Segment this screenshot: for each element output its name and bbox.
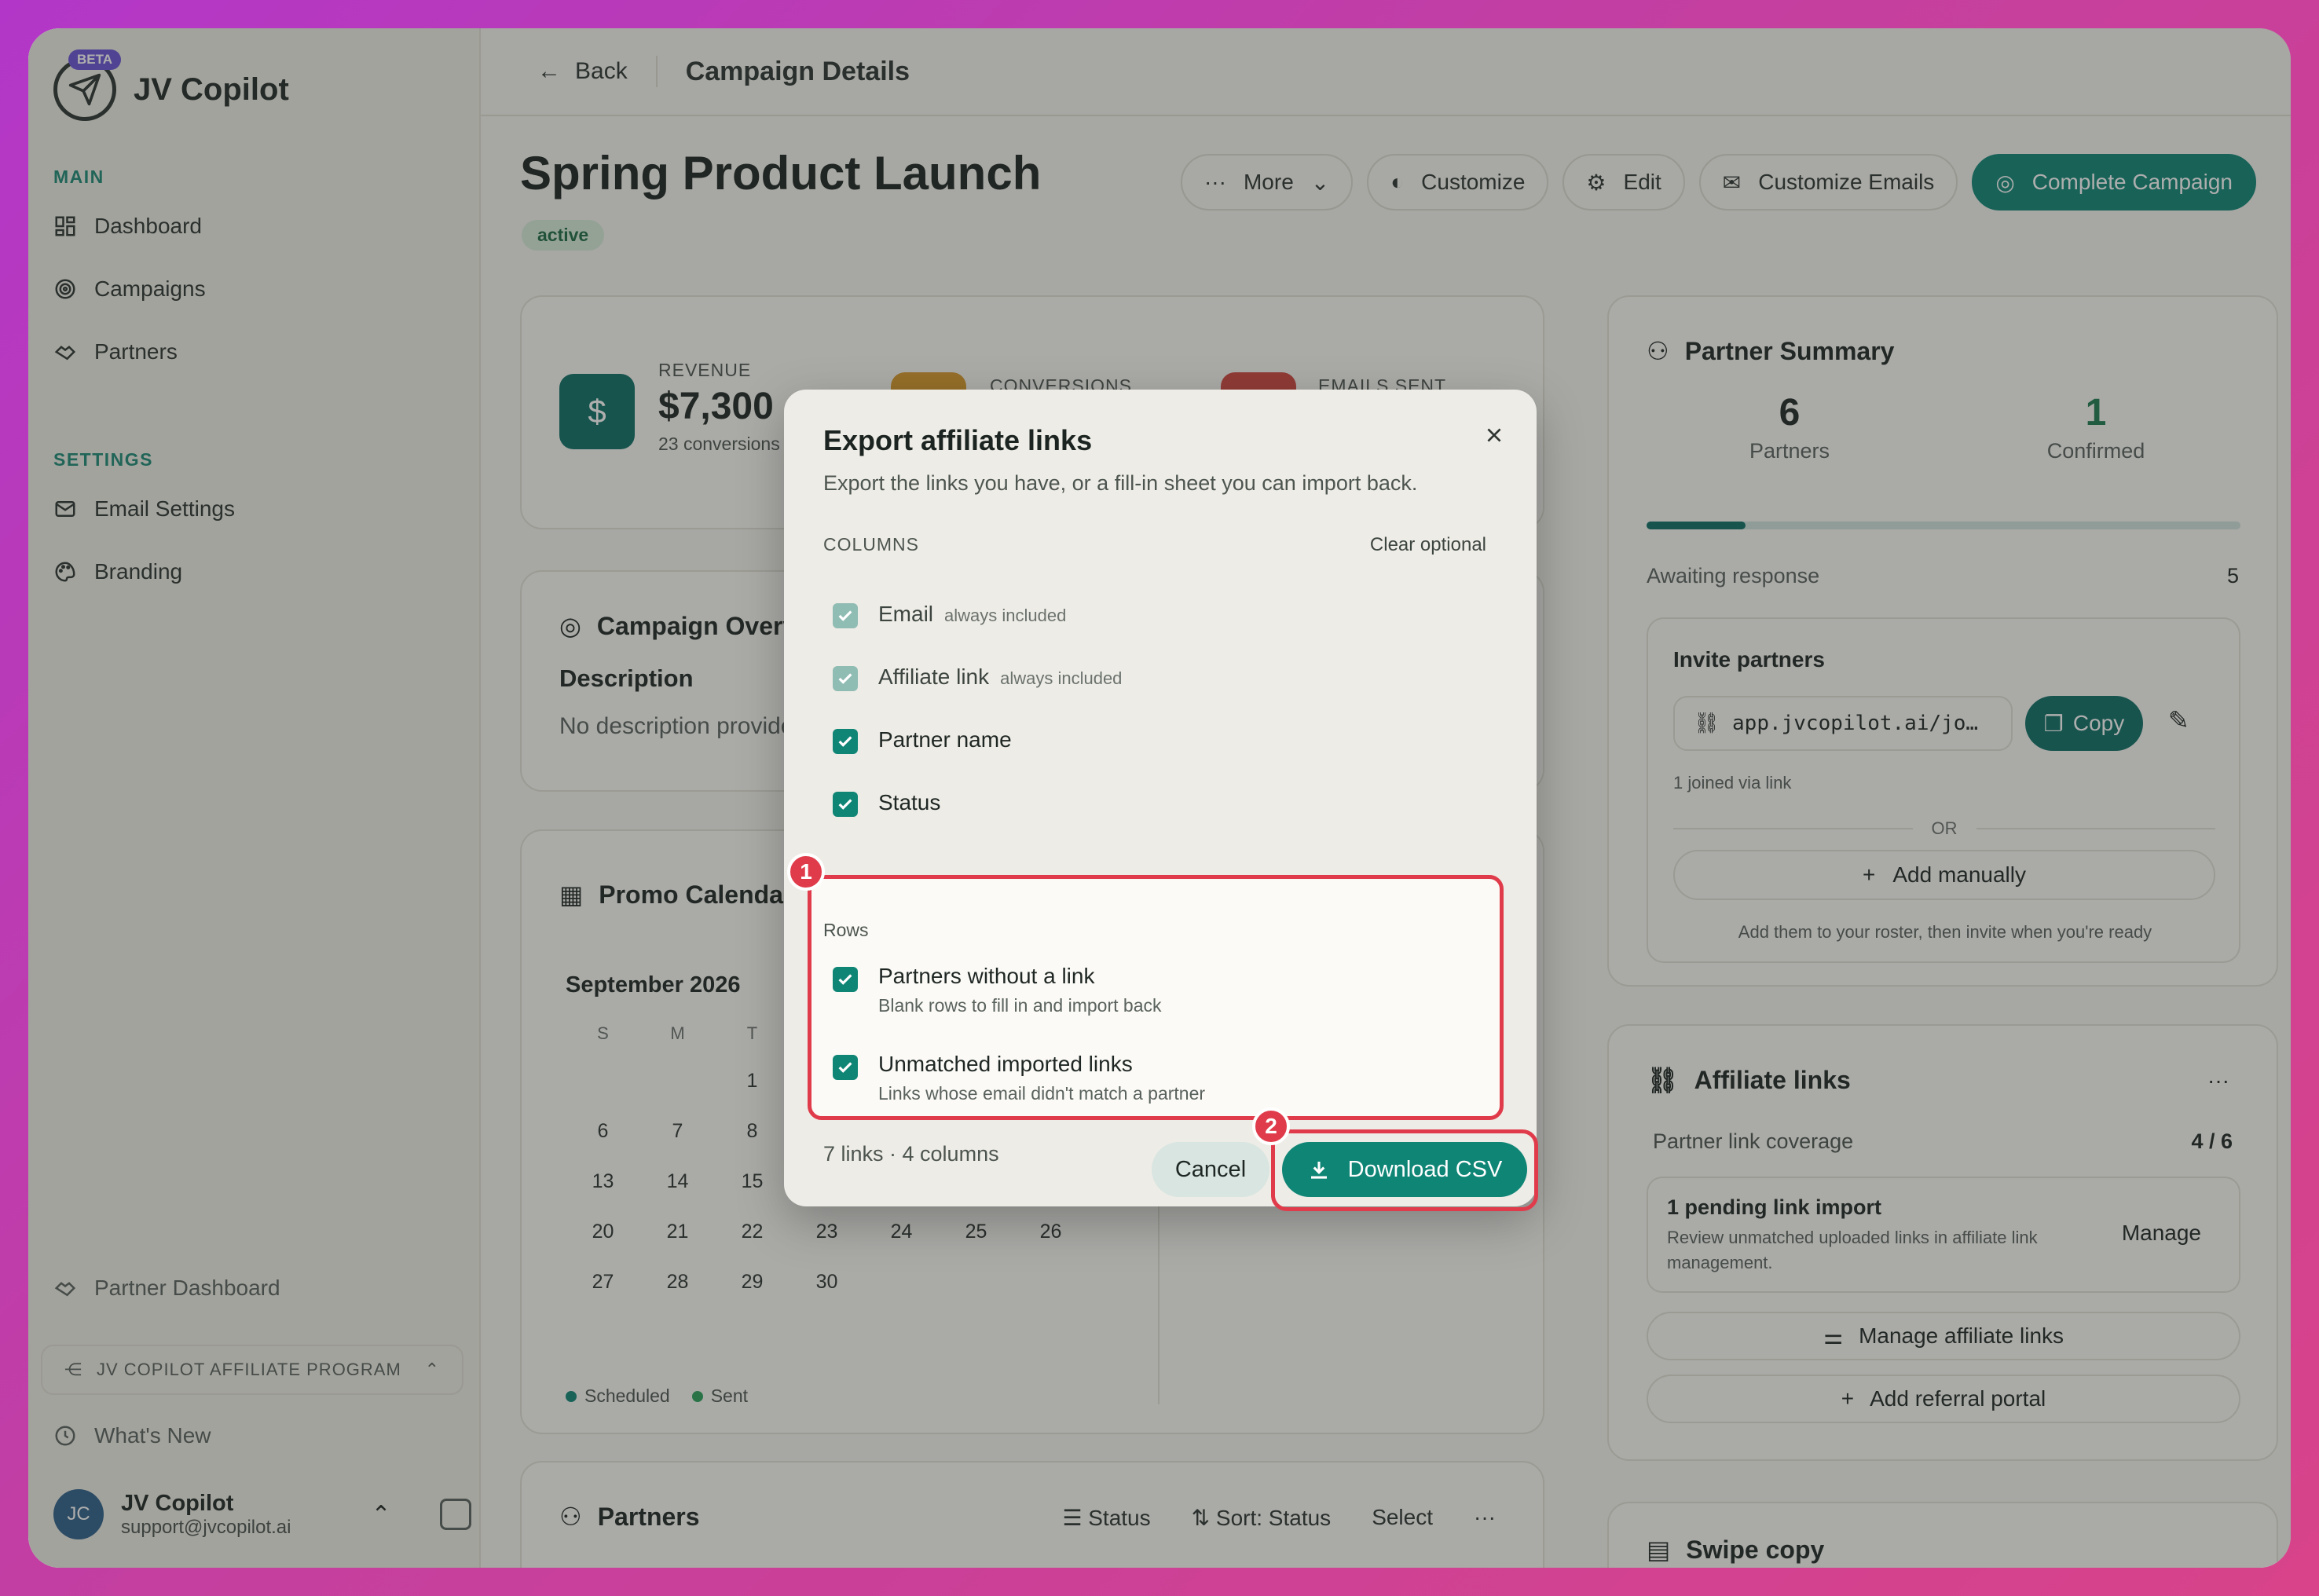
modal-subtitle: Export the links you have, or a fill-in …: [823, 471, 1418, 495]
step-2-marker: 2: [1252, 1107, 1290, 1145]
rows-label: Rows: [823, 920, 869, 940]
rows-highlight: Rows Partners without a link Blank rows …: [808, 875, 1504, 1120]
modal-title: Export affiliate links: [823, 424, 1093, 456]
partner-name-option[interactable]: Partner name: [878, 727, 1012, 752]
unmatched-links-label[interactable]: Unmatched imported links: [878, 1052, 1133, 1077]
download-csv-button[interactable]: Download CSV: [1282, 1142, 1527, 1197]
unmatched-links-checkbox[interactable]: [833, 1055, 858, 1080]
close-icon[interactable]: [1475, 416, 1513, 454]
columns-label: COLUMNS: [823, 534, 920, 555]
status-option[interactable]: Status: [878, 790, 940, 815]
partners-without-link-checkbox[interactable]: [833, 967, 858, 992]
app-window: BETA JV Copilot MAIN Dashboard Campaigns…: [28, 28, 2291, 1568]
cancel-button[interactable]: Cancel: [1152, 1142, 1269, 1197]
partner-name-checkbox[interactable]: [833, 729, 858, 754]
export-summary: 7 links · 4 columns: [823, 1142, 999, 1166]
export-modal: Export affiliate links Export the links …: [784, 390, 1538, 1211]
partners-without-link-desc: Blank rows to fill in and import back: [878, 995, 1162, 1016]
email-option: Email always included: [878, 602, 1067, 626]
clear-optional-button[interactable]: Clear optional: [1370, 534, 1486, 556]
status-checkbox[interactable]: [833, 792, 858, 817]
partners-without-link-label[interactable]: Partners without a link: [878, 964, 1094, 989]
email-checkbox: [833, 603, 858, 628]
unmatched-links-desc: Links whose email didn't match a partner: [878, 1083, 1206, 1104]
affiliate-link-checkbox: [833, 666, 858, 691]
download-icon: [1310, 1162, 1327, 1179]
affiliate-link-option: Affiliate link always included: [878, 664, 1123, 689]
step-1-marker: 1: [787, 853, 825, 891]
